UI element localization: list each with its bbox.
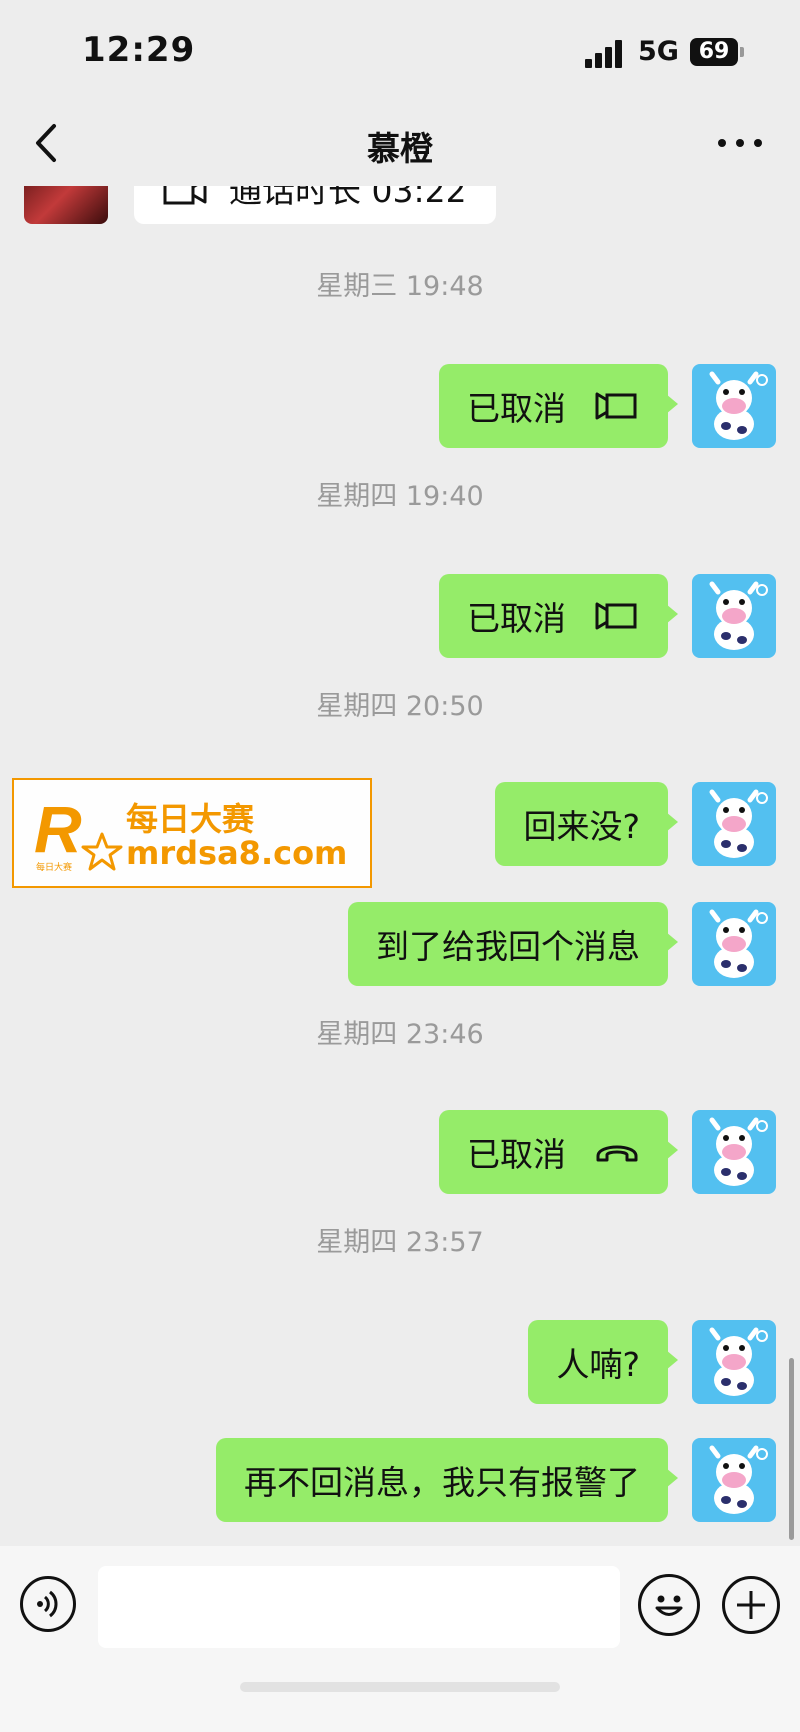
video-icon (163, 186, 207, 205)
message-bubble[interactable]: 再不回消息，我只有报警了 (216, 1438, 678, 1522)
message-row: 到了给我回个消息 (0, 902, 800, 986)
timestamp: 星期三 19:48 (316, 271, 484, 302)
voice-button[interactable] (20, 1576, 76, 1632)
emoji-button[interactable] (638, 1574, 700, 1636)
message-text: 已取消 (467, 389, 566, 428)
message-bubble[interactable]: 回来没? (495, 782, 678, 866)
more-button[interactable] (718, 132, 762, 154)
message-row: 人喃? (0, 1320, 800, 1404)
avatar[interactable] (692, 902, 776, 986)
timestamp: 星期四 20:50 (316, 691, 484, 722)
timestamp: 星期四 23:46 (316, 1019, 484, 1050)
avatar[interactable] (692, 782, 776, 866)
contact-avatar[interactable] (24, 186, 108, 224)
more-horizontal-icon (718, 139, 726, 147)
message-text: 已取消 (467, 599, 566, 638)
page-title: 慕橙 (367, 129, 433, 168)
signal-icon (585, 40, 625, 68)
video-icon (595, 602, 637, 630)
watermark-logo: R 每日大赛 (34, 794, 123, 873)
message-row: 已取消 (0, 364, 800, 448)
message-text: 到了给我回个消息 (376, 927, 640, 966)
message-bubble[interactable]: 已取消 (439, 364, 678, 448)
watermark: R 每日大赛 每日大赛 mrdsa8.com (12, 778, 372, 888)
plus-icon (737, 1591, 765, 1619)
call-record-bubble[interactable]: 通话时长 03:22 (134, 186, 496, 224)
message-row: 再不回消息，我只有报警了 (0, 1438, 800, 1522)
timestamp: 星期四 19:40 (316, 481, 484, 512)
avatar[interactable] (692, 574, 776, 658)
message-bubble[interactable]: 已取消 (439, 574, 678, 658)
avatar[interactable] (692, 1438, 776, 1522)
message-text: 回来没? (523, 807, 640, 846)
avatar[interactable] (692, 1110, 776, 1194)
phone-hangup-icon (596, 1145, 638, 1162)
message-text: 再不回消息，我只有报警了 (244, 1463, 640, 1502)
message-input[interactable] (98, 1566, 620, 1648)
status-time: 12:29 (82, 30, 196, 70)
nav-bar: 慕橙 (0, 100, 800, 186)
network-type: 5G (638, 36, 679, 67)
status-bar: 12:29 5G 69 (0, 0, 800, 100)
scrollbar[interactable] (789, 1358, 794, 1540)
timestamp: 星期四 23:57 (316, 1227, 484, 1258)
home-indicator (240, 1682, 560, 1692)
avatar[interactable] (692, 1320, 776, 1404)
watermark-url: mrdsa8.com (126, 834, 348, 872)
avatar[interactable] (692, 364, 776, 448)
plus-button[interactable] (722, 1576, 780, 1634)
message-text: 人喃? (556, 1345, 640, 1384)
message-row: 已取消 (0, 1110, 800, 1194)
input-bar (0, 1546, 800, 1732)
svg-text:R: R (34, 794, 82, 866)
video-icon (595, 392, 637, 420)
message-bubble[interactable]: 已取消 (439, 1110, 678, 1194)
message-bubble[interactable]: 到了给我回个消息 (348, 902, 678, 986)
message-bubble[interactable]: 人喃? (528, 1320, 678, 1404)
svg-text:每日大赛: 每日大赛 (36, 861, 72, 873)
battery-icon: 69 (690, 38, 744, 66)
message-row: 已取消 (0, 574, 800, 658)
voice-icon (37, 1590, 58, 1618)
emoji-icon (655, 1595, 683, 1616)
message-text: 已取消 (467, 1135, 566, 1174)
call-duration-text: 通话时长 03:22 (229, 186, 467, 210)
